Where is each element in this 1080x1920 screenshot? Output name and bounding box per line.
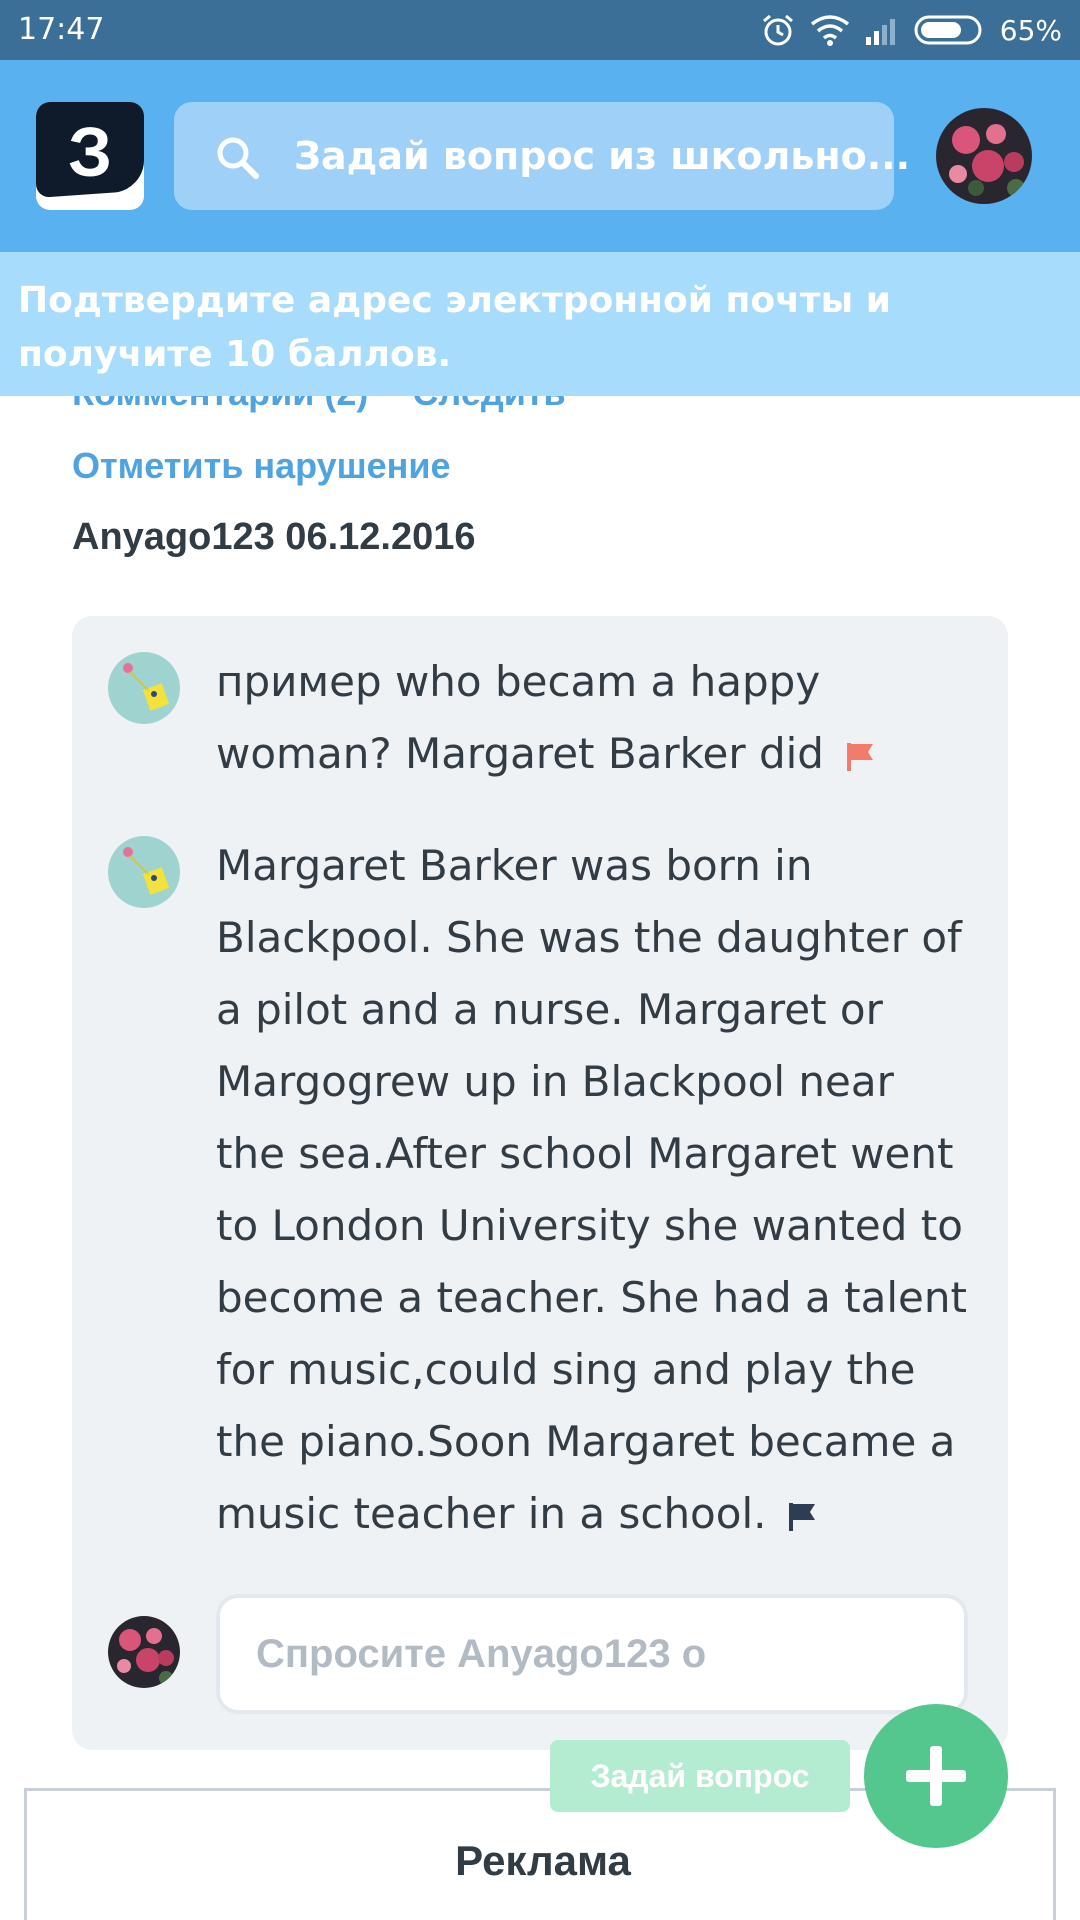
status-time: 17:47: [18, 12, 105, 47]
ad-label: Реклама: [455, 1837, 631, 1884]
search-placeholder: Задай вопрос из школьно...: [294, 134, 911, 178]
plus-icon: [930, 1746, 942, 1806]
report-flag-icon[interactable]: [788, 1501, 818, 1533]
signal-icon: [865, 19, 895, 45]
commenter-avatar[interactable]: [108, 836, 180, 908]
search-bar[interactable]: Задай вопрос из школьно...: [174, 102, 910, 210]
app-header: З Задай вопрос из школьно...: [0, 60, 1080, 252]
avatar-image: [108, 1616, 180, 1688]
avatar-image: [936, 108, 1032, 204]
app-logo[interactable]: З: [36, 102, 144, 210]
logo-letter: З: [68, 113, 112, 191]
wifi-icon: [810, 15, 849, 46]
avatar-image: [108, 652, 180, 724]
add-question-fab[interactable]: [864, 1704, 1008, 1848]
alarm-icon: [762, 14, 793, 46]
report-flag-icon[interactable]: [846, 741, 876, 773]
battery-percent: 65%: [999, 13, 1062, 47]
ask-question-button[interactable]: Задай вопрос: [550, 1740, 850, 1812]
author-date: Anyago123 06.12.2016: [72, 516, 476, 558]
comment-text: пример who becam a happy woman? Margaret…: [216, 657, 824, 778]
comments-panel: пример who becam a happy woman? Margaret…: [72, 616, 1008, 1750]
commenter-avatar[interactable]: [108, 652, 180, 724]
search-icon: [217, 137, 259, 179]
report-link[interactable]: Отметить нарушение: [72, 445, 451, 487]
comment-input[interactable]: Спросите Anyago123 о: [216, 1594, 968, 1714]
comment-2: Margaret Barker was born in Blackpool. S…: [216, 830, 976, 1550]
comment-1: пример who becam a happy woman? Margaret…: [216, 646, 976, 790]
avatar-image: [108, 836, 180, 908]
email-confirm-banner[interactable]: Подтвердите адрес электронной почты и по…: [0, 252, 1080, 396]
user-avatar[interactable]: [936, 108, 1032, 204]
current-user-avatar: [108, 1616, 180, 1688]
battery-icon: [914, 15, 982, 45]
comment-text: Margaret Barker was born in Blackpool. S…: [216, 841, 967, 1538]
status-bar: 17:47 65%: [0, 0, 1080, 60]
